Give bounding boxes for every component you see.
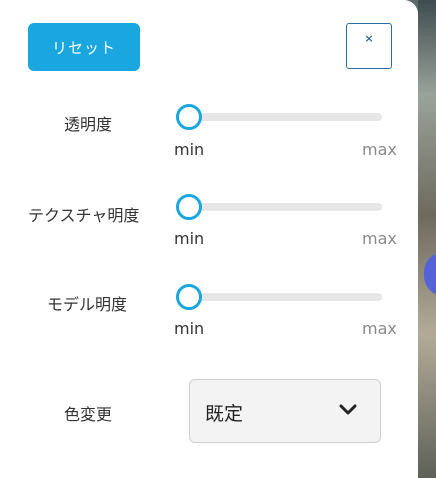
texture-brightness-min-label: min [174,229,205,248]
model-brightness-max-label: max [362,319,397,338]
slider-thumb[interactable] [176,104,202,130]
reset-button[interactable]: リセット [28,23,140,71]
slider-track[interactable] [186,203,382,211]
scene-background-strip [418,0,436,478]
model-brightness-slider[interactable] [176,283,382,311]
slider-thumb[interactable] [176,194,202,220]
settings-panel: リセット × 透明度 min max テクスチャ明度 min max モデル明度… [0,0,418,478]
viewer-background: リセット × 透明度 min max テクスチャ明度 min max モデル明度… [0,0,436,478]
texture-brightness-max-label: max [362,229,397,248]
texture-brightness-slider[interactable] [176,193,382,221]
opacity-label: 透明度 [64,115,113,134]
color-select-value: 既定 [205,403,244,425]
model-brightness-min-label: min [174,319,205,338]
close-button[interactable]: × [346,23,392,69]
close-icon: × [364,32,374,45]
slider-track[interactable] [186,113,382,121]
color-select[interactable]: 既定 [189,379,381,443]
texture-brightness-label: テクスチャ明度 [28,206,140,225]
opacity-max-label: max [362,140,397,159]
slider-track[interactable] [186,293,382,301]
opacity-min-label: min [174,140,205,159]
color-change-label: 色変更 [64,405,113,424]
chevron-down-icon [339,404,357,415]
slider-thumb[interactable] [176,284,202,310]
model-brightness-label: モデル明度 [47,295,128,314]
opacity-slider[interactable] [176,103,382,131]
